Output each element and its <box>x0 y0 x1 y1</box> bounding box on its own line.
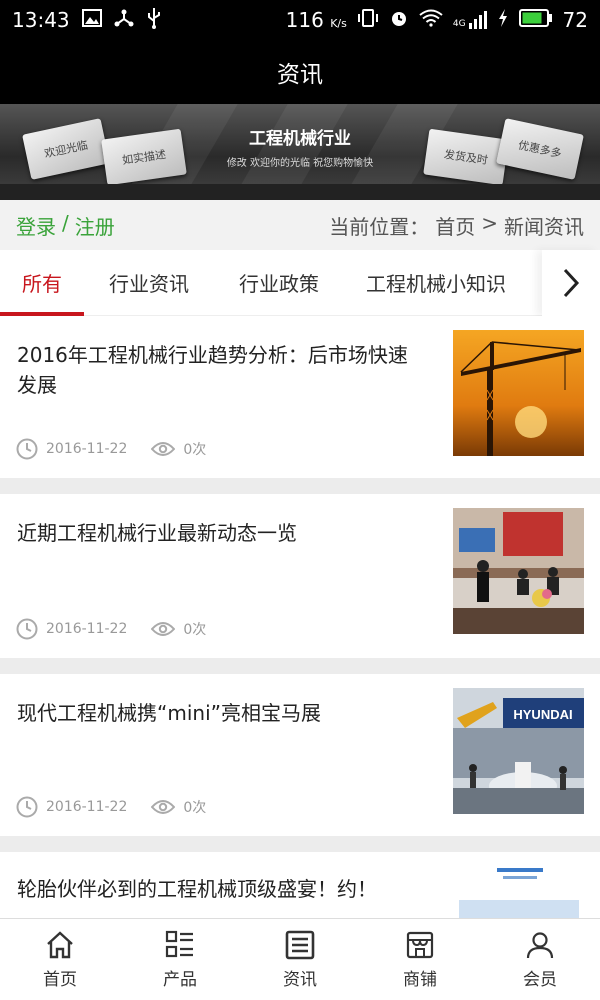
clock-icon <box>16 618 38 640</box>
tabs-scroll-right-button[interactable] <box>542 250 600 316</box>
alarm-icon <box>389 8 409 33</box>
signing-ceremony-image <box>453 508 584 634</box>
tab-industry-news[interactable]: 行业资讯 <box>84 250 214 316</box>
nav-home[interactable]: 首页 <box>0 919 120 1000</box>
article-date: 2016-11-22 <box>46 799 128 815</box>
bottom-nav: 首页 产品 资讯 商铺 会员 <box>0 918 600 1000</box>
promo-banner[interactable]: 欢迎光临 如实描述 发货及时 优惠多多 工程机械行业 修改 欢迎你的光临 祝您购… <box>0 104 600 200</box>
image-icon <box>81 8 102 32</box>
article-item[interactable]: 轮胎伙伴必到的工程机械顶级盛宴！约！ <box>0 852 600 918</box>
article-title[interactable]: 现代工程机械携“mini”亮相宝马展 <box>17 698 427 728</box>
tab-industry-policy[interactable]: 行业政策 <box>214 250 344 316</box>
net-speed: 116 <box>285 8 324 32</box>
grid-list-icon <box>165 930 193 958</box>
nav-shops-label: 商铺 <box>403 970 437 990</box>
usb-icon <box>146 7 162 34</box>
article-date: 2016-11-22 <box>46 441 128 457</box>
battery-level: 72 <box>562 8 588 32</box>
article-item[interactable]: 现代工程机械携“mini”亮相宝马展 2016-11-22 0次 HYUNDAI <box>0 674 600 836</box>
article-thumbnail[interactable]: HYUNDAI <box>453 688 584 814</box>
eye-icon <box>151 442 176 456</box>
breadcrumb-prefix: 当前位置： <box>329 214 430 239</box>
account-row: 登录 / 注册 当前位置： 首页 > 新闻资讯 <box>0 200 600 250</box>
tab-machinery-tips[interactable]: 工程机械小知识 <box>344 250 528 316</box>
register-link[interactable]: 注册 <box>75 211 115 240</box>
article-thumbnail[interactable] <box>453 330 584 456</box>
article-title[interactable]: 2016年工程机械行业趋势分析：后市场快速发展 <box>17 340 427 400</box>
eye-icon <box>151 622 176 636</box>
article-title[interactable]: 近期工程机械行业最新动态一览 <box>17 518 427 548</box>
clock: 13:43 <box>12 8 70 32</box>
banner-title: 工程机械行业 <box>249 129 351 149</box>
eye-icon <box>151 800 176 814</box>
vibrate-icon <box>357 8 379 33</box>
home-icon <box>47 931 73 959</box>
nav-member-label: 会员 <box>523 970 557 990</box>
network-type: 4G <box>452 19 466 29</box>
battery-icon <box>518 8 553 32</box>
news-icon <box>285 930 315 960</box>
event-poster-image <box>453 862 584 918</box>
article-title[interactable]: 轮胎伙伴必到的工程机械顶级盛宴！约！ <box>17 874 427 904</box>
nav-news-label: 资讯 <box>283 970 317 990</box>
article-views: 0次 <box>183 800 207 816</box>
article-item[interactable]: 2016年工程机械行业趋势分析：后市场快速发展 2016-11-22 0次 <box>0 316 600 478</box>
nav-products-label: 产品 <box>163 970 197 990</box>
tab-all[interactable]: 所有 <box>0 250 84 316</box>
article-views: 0次 <box>183 622 207 638</box>
status-bar: 13:43 116 K/s 4G 72 <box>0 0 600 40</box>
wifi-icon <box>419 8 443 32</box>
banner-subtitle: 修改 欢迎你的光临 祝您购物愉快 <box>226 158 374 169</box>
article-date: 2016-11-22 <box>46 621 128 637</box>
hyundai-exhibition-image: HYUNDAI <box>453 688 584 814</box>
article-item[interactable]: 近期工程机械行业最新动态一览 2016-11-22 0次 <box>0 494 600 658</box>
net-speed-unit: K/s <box>330 17 347 30</box>
nav-products[interactable]: 产品 <box>120 919 240 1000</box>
breadcrumb-current: 新闻资讯 <box>504 214 584 239</box>
article-thumbnail[interactable] <box>453 862 584 918</box>
login-link[interactable]: 登录 <box>16 211 56 240</box>
share-icon <box>114 8 134 33</box>
category-tabs: 所有 行业资讯 行业政策 工程机械小知识 <box>0 250 600 316</box>
clock-icon <box>16 796 38 818</box>
page-title: 资讯 <box>277 62 323 88</box>
cell-signal-icon: 4G <box>453 11 487 29</box>
nav-shops[interactable]: 商铺 <box>360 919 480 1000</box>
nav-home-label: 首页 <box>43 970 77 990</box>
article-views: 0次 <box>183 442 207 458</box>
tower-crane-image <box>453 330 584 456</box>
nav-news[interactable]: 资讯 <box>240 919 360 1000</box>
clock-icon <box>16 438 38 460</box>
breadcrumb-home[interactable]: 首页 <box>435 211 475 240</box>
chevron-right-icon <box>563 268 580 298</box>
article-list: 2016年工程机械行业趋势分析：后市场快速发展 2016-11-22 0次 近期… <box>0 316 600 918</box>
article-thumbnail[interactable] <box>453 508 584 634</box>
store-icon <box>406 931 434 959</box>
svg-text:HYUNDAI: HYUNDAI <box>513 707 572 722</box>
app-header: 资讯 <box>0 40 600 104</box>
breadcrumb-sep: > <box>481 210 498 235</box>
charging-icon <box>497 8 509 33</box>
login-separator: / <box>62 210 69 235</box>
nav-member[interactable]: 会员 <box>480 919 600 1000</box>
breadcrumb: 当前位置： 首页 > 新闻资讯 <box>329 211 584 240</box>
user-icon <box>526 932 554 959</box>
